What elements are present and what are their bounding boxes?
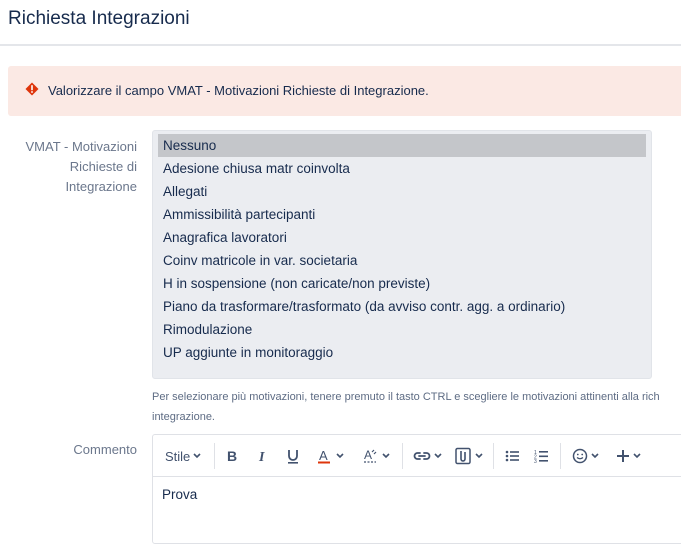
attachment-icon (454, 447, 471, 465)
option-nessuno[interactable]: Nessuno (158, 134, 646, 157)
comment-editor[interactable]: Stile B I A A 1 2 3 Prova (152, 434, 681, 544)
underline-button[interactable] (283, 444, 303, 468)
insert-more-button[interactable] (611, 444, 645, 468)
attachment-button[interactable] (451, 444, 485, 468)
page-title: Richiesta Integrazioni (8, 8, 190, 29)
comment-text[interactable]: Prova (162, 487, 197, 502)
chevron-down-icon (590, 453, 599, 459)
italic-icon: I (258, 450, 265, 463)
numbered-list-button[interactable]: 123 (531, 444, 551, 468)
error-message: Valorizzare il campo VMAT - Motivazioni … (48, 83, 429, 98)
option-ammissibilita[interactable]: Ammissibilità partecipanti (158, 203, 646, 226)
option-h-sospensione[interactable]: H in sospensione (non caricate/non previ… (158, 272, 646, 295)
svg-text:I: I (258, 450, 265, 463)
bold-icon: B (227, 449, 237, 463)
text-color-button[interactable]: A (313, 444, 347, 468)
chevron-down-icon (632, 453, 641, 459)
toolbar-divider (493, 443, 494, 469)
option-coinv-matricole[interactable]: Coinv matricole in var. societaria (158, 249, 646, 272)
clear-format-button[interactable]: A (359, 444, 393, 468)
option-piano-trasformare[interactable]: Piano da trasformare/trasformato (da avv… (158, 295, 646, 318)
text-color-icon: A (317, 448, 330, 464)
style-dropdown-label: Stile (165, 448, 191, 464)
svg-text:3: 3 (534, 459, 537, 463)
chevron-down-icon (474, 453, 483, 459)
help-line1: Per selezionare più motivazioni, tenere … (152, 391, 660, 403)
bullet-list-icon (505, 450, 519, 462)
toolbar-divider (402, 443, 403, 469)
link-icon (413, 452, 430, 460)
vmat-label-line3: Integrazione (65, 179, 137, 194)
toolbar-divider (560, 443, 561, 469)
vmat-label-line1: VMAT - Motivazioni (25, 139, 138, 154)
vmat-label-line2: Richieste di (69, 159, 137, 174)
error-banner: Valorizzare il campo VMAT - Motivazioni … (8, 66, 681, 116)
bold-button[interactable]: B (223, 444, 243, 468)
option-up-aggiunte[interactable]: UP aggiunte in monitoraggio (158, 341, 646, 364)
chevron-down-icon (381, 453, 390, 459)
plus-icon (616, 450, 629, 462)
chevron-down-icon (433, 453, 442, 459)
toolbar-divider (214, 443, 215, 469)
option-rimodulazione[interactable]: Rimodulazione (158, 318, 646, 341)
vmat-help-text: Per selezionare più motivazioni, tenere … (152, 387, 681, 427)
bullet-list-button[interactable] (502, 444, 522, 468)
chevron-down-icon (193, 453, 201, 459)
italic-button[interactable]: I (253, 444, 273, 468)
option-allegati[interactable]: Allegati (158, 180, 646, 203)
error-icon (25, 82, 39, 96)
clear-format-icon: A (363, 448, 376, 463)
svg-text:B: B (227, 449, 237, 463)
vmat-field-label: VMAT - Motivazioni Richieste di Integraz… (0, 137, 138, 197)
link-button[interactable] (410, 444, 444, 468)
emoji-button[interactable] (568, 444, 602, 468)
title-divider (0, 44, 681, 46)
svg-text:A: A (364, 448, 372, 462)
comment-field-label: Commento (73, 442, 137, 457)
style-dropdown[interactable]: Stile (165, 444, 201, 468)
underline-icon (288, 450, 298, 464)
option-anagrafica[interactable]: Anagrafica lavoratori (158, 226, 646, 249)
emoji-icon (572, 448, 587, 464)
svg-text:A: A (319, 448, 328, 463)
numbered-list-icon: 123 (534, 450, 548, 463)
editor-toolbar: Stile B I A A 1 2 3 (153, 435, 681, 477)
vmat-multiselect[interactable]: Nessuno Adesione chiusa matr coinvolta A… (152, 130, 652, 379)
chevron-down-icon (335, 453, 344, 459)
help-line2: integrazione. (152, 411, 215, 423)
option-adesione[interactable]: Adesione chiusa matr coinvolta (158, 157, 646, 180)
